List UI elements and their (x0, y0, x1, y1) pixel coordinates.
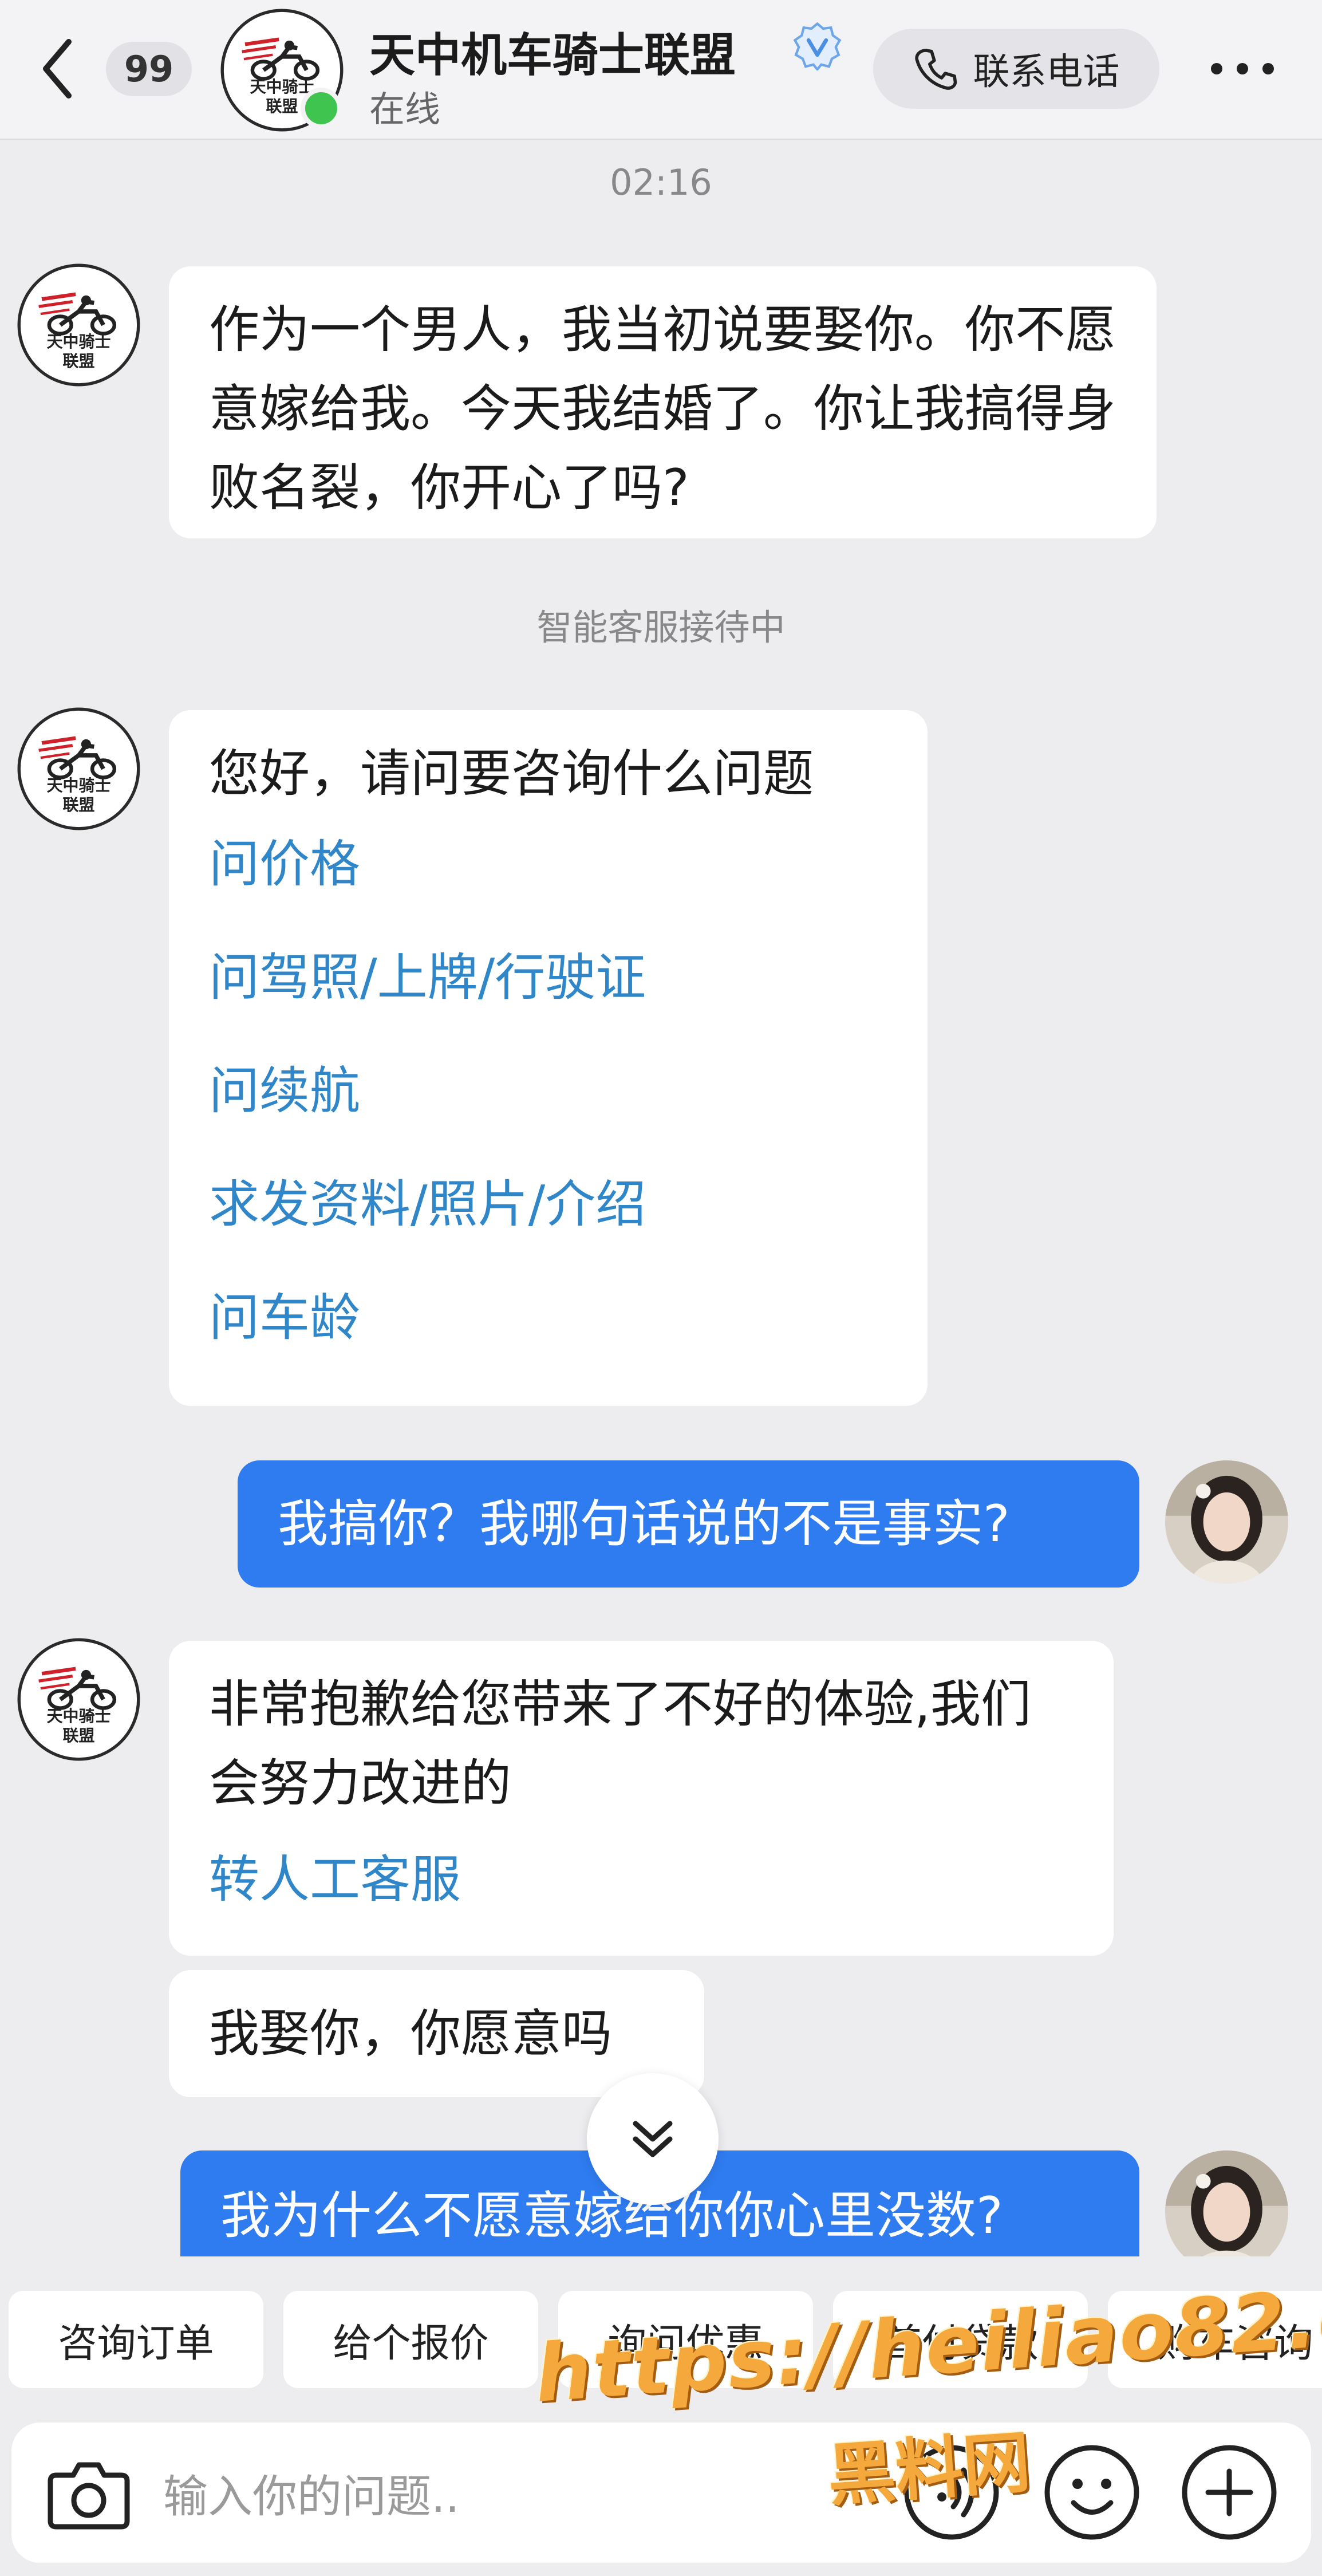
plus-icon[interactable] (1179, 2443, 1280, 2543)
logo-text-line1: 天中骑士 (46, 1707, 111, 1726)
message-bubble[interactable]: 作为一个男人，我当初说要娶你。你不愿意嫁给我。今天我结婚了。你让我搞得身败名裂，… (169, 266, 1157, 538)
input-container (11, 2423, 1311, 2563)
message-text: 我搞你？我哪句话说的不是事实? (278, 1494, 1010, 1553)
quick-option-price[interactable]: 问价格 (209, 808, 887, 921)
emoji-icon[interactable] (1042, 2443, 1142, 2543)
verified-badge-icon (793, 22, 842, 70)
shop-avatar[interactable]: 天中骑士 联盟 (17, 263, 140, 387)
message-text: 非常抱歉给您带来了不好的体验,我们会努力改进的 (209, 1675, 1031, 1813)
system-note: 智能客服接待中 (536, 606, 786, 648)
watermark-name: 黑料网 (825, 2422, 1033, 2516)
logo-text-line2: 联盟 (62, 795, 95, 814)
contact-phone-label: 联系电话 (973, 51, 1120, 93)
phone-icon (914, 49, 957, 90)
back-button[interactable] (31, 34, 83, 103)
message-timestamp: 02:16 (610, 162, 712, 203)
logo-text-line1: 天中骑士 (46, 332, 111, 351)
message-bubble: 您好，请问要咨询什么问题 问价格 问驾照/上牌/行驶证 问续航 求发资料/照片/… (169, 710, 928, 1406)
camera-icon[interactable] (46, 2457, 132, 2531)
logo-text-line2: 联盟 (62, 1726, 95, 1745)
message-text: 作为一个男人，我当初说要娶你。你不愿意嫁给我。今天我结婚了。你让我搞得身败名裂，… (209, 300, 1116, 517)
more-icon (1211, 63, 1274, 74)
chat-header: 99 天中骑士 联盟 天中机车骑士联盟 在线 联系电话 (0, 0, 1322, 140)
chat-title: 天中机车骑士联盟 (369, 29, 736, 82)
input-bar (0, 2414, 1322, 2576)
message-bubble: 非常抱歉给您带来了不好的体验,我们会努力改进的 转人工客服 (169, 1641, 1114, 1956)
message-input[interactable] (163, 2465, 879, 2528)
online-status-text: 在线 (369, 88, 441, 130)
more-options-button[interactable] (1202, 40, 1282, 97)
message-bubble[interactable]: 我娶你，你愿意吗 (169, 1970, 704, 2097)
back-arrow-icon (43, 39, 72, 99)
user-avatar[interactable] (1165, 2150, 1288, 2274)
message-text: 您好，请问要咨询什么问题 (209, 744, 814, 803)
scroll-to-bottom-button[interactable] (587, 2073, 719, 2205)
shop-avatar[interactable]: 天中骑士 联盟 (17, 1638, 140, 1761)
quick-option-human-agent[interactable]: 转人工客服 (209, 1823, 1074, 1936)
online-status-dot (301, 88, 342, 129)
logo-text-line1: 天中骑士 (46, 776, 111, 795)
chevron-double-down-icon (633, 2121, 673, 2157)
message-bubble-outgoing[interactable]: 我搞你？我哪句话说的不是事实? (238, 1460, 1139, 1588)
quick-reply-chip[interactable]: 咨询订单 (9, 2291, 263, 2388)
shop-avatar[interactable]: 天中骑士 联盟 (17, 707, 140, 830)
unread-count-badge[interactable]: 99 (106, 42, 192, 96)
quick-reply-chip[interactable]: 给个报价 (283, 2291, 538, 2388)
logo-text-line2: 联盟 (62, 352, 95, 371)
quick-option-materials[interactable]: 求发资料/照片/介绍 (209, 1148, 887, 1261)
quick-option-range[interactable]: 问续航 (209, 1034, 887, 1148)
quick-option-license[interactable]: 问驾照/上牌/行驶证 (209, 921, 887, 1034)
message-text: 我娶你，你愿意吗 (209, 2004, 613, 2063)
contact-phone-button[interactable]: 联系电话 (873, 29, 1159, 109)
quick-option-vehicle-age[interactable]: 问车龄 (209, 1261, 887, 1374)
user-avatar[interactable] (1165, 1460, 1288, 1584)
